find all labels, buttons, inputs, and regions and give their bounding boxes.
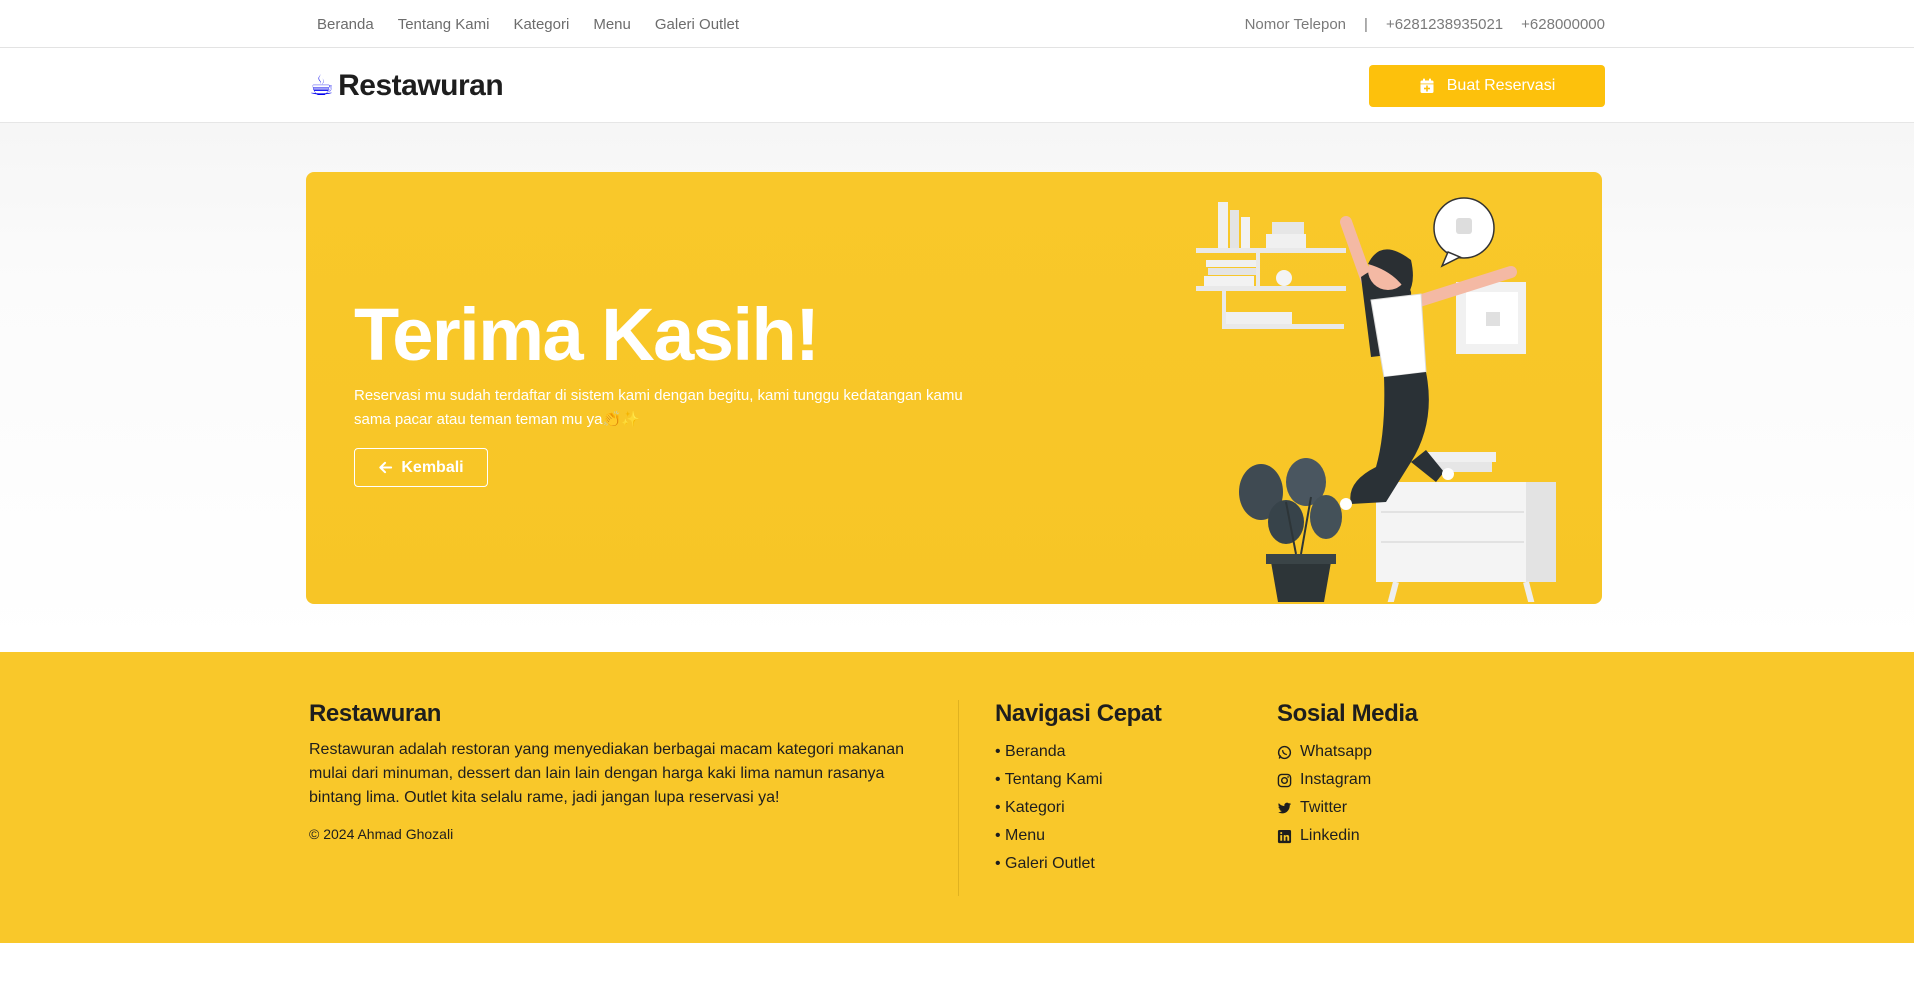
contact-info: Nomor Telepon | +6281238935021 +62800000… <box>1245 16 1605 33</box>
arrow-left-icon <box>379 461 393 474</box>
instagram-icon <box>1277 773 1292 787</box>
social-label-linkedin: Linkedin <box>1300 827 1360 844</box>
top-nav: Beranda Tentang Kami Kategori Menu Galer… <box>309 16 739 33</box>
reserve-button[interactable]: Buat Reservasi <box>1369 64 1605 107</box>
top-nav-beranda[interactable]: Beranda <box>317 16 374 33</box>
hero-text: Reservasi mu sudah terdaftar di sistem k… <box>354 387 963 428</box>
footer-social-title: Sosial Media <box>1277 700 1418 727</box>
footer-nav-menu[interactable]: • Menu <box>995 822 1277 850</box>
footer-nav-tentang-kami[interactable]: • Tentang Kami <box>995 766 1277 794</box>
social-label-instagram: Instagram <box>1300 771 1372 788</box>
social-link-whatsapp[interactable]: Whatsapp <box>1277 738 1577 766</box>
top-nav-kategori[interactable]: Kategori <box>513 16 569 33</box>
whatsapp-icon <box>1277 745 1292 759</box>
footer-nav-galeri-outlet[interactable]: • Galeri Outlet <box>995 850 1277 878</box>
phone-label: Nomor Telepon <box>1244 15 1347 33</box>
phone-number-1[interactable]: +6281238935021 <box>1386 16 1503 33</box>
back-button-label: Kembali <box>401 458 464 476</box>
footer-nav-title: Navigasi Cepat <box>995 700 1162 727</box>
social-link-instagram[interactable]: Instagram <box>1277 766 1577 794</box>
footer-quick-nav: Navigasi Cepat • Beranda • Tentang Kami … <box>959 700 1277 896</box>
twitter-icon <box>1277 802 1292 813</box>
brand-logo[interactable]: ☕ Restawuran <box>309 68 504 103</box>
back-button[interactable]: Kembali <box>354 448 488 487</box>
phone-separator: | <box>1364 15 1368 33</box>
top-nav-galeri-outlet[interactable]: Galeri Outlet <box>655 16 739 33</box>
reserve-button-label: Buat Reservasi <box>1446 76 1556 94</box>
footer-nav-beranda[interactable]: • Beranda <box>995 738 1277 766</box>
social-label-whatsapp: Whatsapp <box>1300 743 1373 760</box>
calendar-plus-icon <box>1420 78 1434 93</box>
social-link-linkedin[interactable]: Linkedin <box>1277 822 1577 850</box>
social-label-twitter: Twitter <box>1300 799 1348 816</box>
social-link-twitter[interactable]: Twitter <box>1277 794 1577 822</box>
hero-section: Terima Kasih! Reservasi mu sudah terdaft… <box>0 123 1914 652</box>
top-bar: Beranda Tentang Kami Kategori Menu Galer… <box>0 0 1914 48</box>
coffee-icon: ☕ <box>309 69 335 101</box>
site-footer: Restawuran Restawuran adalah restoran ya… <box>0 652 1914 943</box>
linkedin-icon <box>1277 829 1292 843</box>
footer-social-list: Whatsapp Instagram Twitter Linkedin <box>1277 738 1577 850</box>
jumping-woman-illustration <box>1196 197 1556 602</box>
main-header: ☕ Restawuran Buat Reservasi <box>0 48 1914 123</box>
footer-nav-kategori[interactable]: • Kategori <box>995 794 1277 822</box>
footer-copyright: © 2024 Ahmad Ghozali <box>309 826 454 842</box>
top-nav-menu[interactable]: Menu <box>593 16 631 33</box>
footer-about: Restawuran Restawuran adalah restoran ya… <box>309 700 959 896</box>
footer-social: Sosial Media Whatsapp Instagram Twitter … <box>1277 700 1577 896</box>
footer-about-title: Restawuran <box>309 700 442 727</box>
thank-you-card: Terima Kasih! Reservasi mu sudah terdaft… <box>306 172 1602 604</box>
footer-nav-list: • Beranda • Tentang Kami • Kategori • Me… <box>995 738 1277 878</box>
brand-name: Restawuran <box>338 68 504 102</box>
footer-about-text: Restawuran adalah restoran yang menyedia… <box>309 741 905 806</box>
hero-title: Terima Kasih! <box>354 293 820 376</box>
top-nav-tentang-kami[interactable]: Tentang Kami <box>398 16 490 33</box>
phone-number-2[interactable]: +628000000 <box>1521 16 1605 33</box>
